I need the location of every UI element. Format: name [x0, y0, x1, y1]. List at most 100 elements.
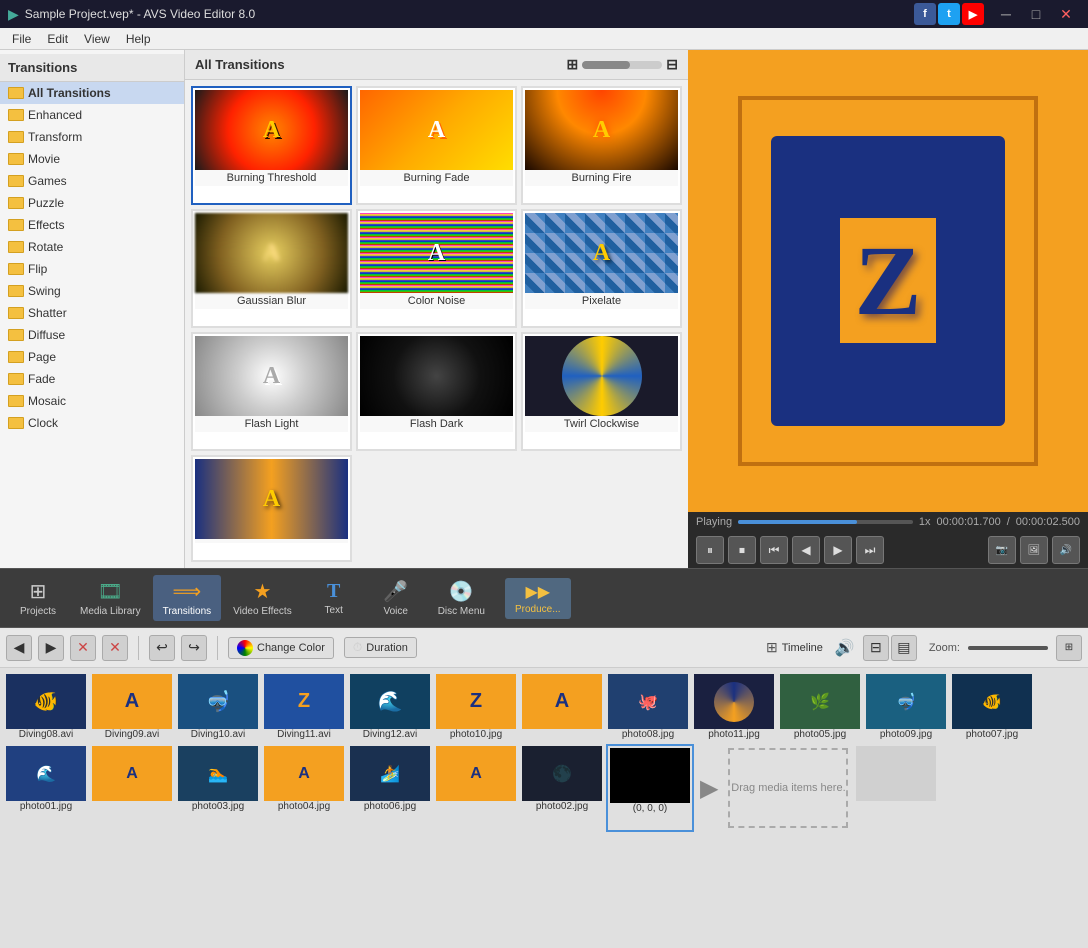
- list-item[interactable]: 🐙 photo08.jpg: [606, 672, 690, 742]
- drop-zone[interactable]: Drag media items here.: [728, 748, 848, 828]
- sidebar-item-effects[interactable]: Effects: [0, 214, 184, 236]
- sidebar-item-mosaic[interactable]: Mosaic: [0, 390, 184, 412]
- maximize-button[interactable]: □: [1022, 0, 1050, 28]
- next-frame-button[interactable]: ▶: [824, 536, 852, 564]
- youtube-icon[interactable]: ▶: [962, 3, 984, 25]
- nav-forward-button[interactable]: ▶: [38, 635, 64, 661]
- change-color-button[interactable]: Change Color: [228, 637, 334, 659]
- list-item[interactable]: 🐠 photo07.jpg: [950, 672, 1034, 742]
- toolbar-produce[interactable]: ▶▶ Produce...: [505, 578, 571, 619]
- social-icons: f t ▶: [914, 3, 984, 25]
- list-item[interactable]: 🌊 Diving12.avi: [348, 672, 432, 742]
- toolbar-projects[interactable]: ⊞ Projects: [8, 575, 68, 621]
- transition-label: Flash Light: [195, 416, 348, 432]
- toolbar-media-library[interactable]: 🎞 Media Library: [70, 575, 151, 621]
- sidebar-item-transform[interactable]: Transform: [0, 126, 184, 148]
- nav-back-button[interactable]: ◀: [6, 635, 32, 661]
- zoom-slider[interactable]: [968, 646, 1048, 650]
- list-item[interactable]: A: [434, 744, 518, 832]
- sidebar-item-clock[interactable]: Clock: [0, 412, 184, 434]
- time-total: 00:00:02.500: [1016, 516, 1080, 528]
- toolbar-transitions[interactable]: ⟹ Transitions: [153, 575, 222, 621]
- sidebar-item-puzzle[interactable]: Puzzle: [0, 192, 184, 214]
- facebook-icon[interactable]: f: [914, 3, 936, 25]
- transition-gaussian-blur[interactable]: A Gaussian Blur: [191, 209, 352, 328]
- snapshot-button[interactable]: 🖼: [1020, 536, 1048, 564]
- screenshot-button[interactable]: 📷: [988, 536, 1016, 564]
- list-item[interactable]: 🏄 photo06.jpg: [348, 744, 432, 832]
- list-item[interactable]: (0, 0, 0): [606, 744, 694, 832]
- minimize-button[interactable]: ─: [992, 0, 1020, 28]
- transition-burning-threshold[interactable]: A Burning Threshold: [191, 86, 352, 205]
- delete-button[interactable]: ✕: [70, 635, 96, 661]
- list-item[interactable]: A Diving09.avi: [90, 672, 174, 742]
- list-item[interactable]: 🌑 photo02.jpg: [520, 744, 604, 832]
- list-item[interactable]: A: [90, 744, 174, 832]
- transitions-grid: A Burning Threshold A Burning Fade A Bur…: [185, 80, 688, 568]
- pause-button[interactable]: ⏸: [696, 536, 724, 564]
- list-item[interactable]: 🐠 Diving08.avi: [4, 672, 88, 742]
- list-item[interactable]: [854, 744, 938, 832]
- sidebar-item-swing[interactable]: Swing: [0, 280, 184, 302]
- sidebar-item-diffuse[interactable]: Diffuse: [0, 324, 184, 346]
- grid-view-icon[interactable]: ⊞: [567, 56, 579, 73]
- storyboard-view[interactable]: ⊟: [863, 635, 889, 661]
- list-item[interactable]: A photo04.jpg: [262, 744, 346, 832]
- list-item[interactable]: 🌿 photo05.jpg: [778, 672, 862, 742]
- sidebar-item-games[interactable]: Games: [0, 170, 184, 192]
- stop-button[interactable]: ⏹: [728, 536, 756, 564]
- toolbar-video-effects[interactable]: ★ Video Effects: [223, 575, 302, 621]
- next-button[interactable]: ⏭: [856, 536, 884, 564]
- list-item[interactable]: 🤿 Diving10.avi: [176, 672, 260, 742]
- toolbar-disc-menu[interactable]: 💿 Disc Menu: [428, 575, 495, 621]
- volume-icon[interactable]: 🔊: [835, 638, 855, 658]
- list-item[interactable]: A: [520, 672, 604, 742]
- list-item[interactable]: 🏊 photo03.jpg: [176, 744, 260, 832]
- sidebar-item-movie[interactable]: Movie: [0, 148, 184, 170]
- list-item[interactable]: 🌊 photo01.jpg: [4, 744, 88, 832]
- sidebar-item-page[interactable]: Page: [0, 346, 184, 368]
- transition-flash-light[interactable]: A Flash Light: [191, 332, 352, 451]
- sidebar-item-shatter[interactable]: Shatter: [0, 302, 184, 324]
- menu-help[interactable]: Help: [118, 30, 159, 48]
- timeline-view[interactable]: ▤: [891, 635, 917, 661]
- cancel-button[interactable]: ✕: [102, 635, 128, 661]
- sidebar-label: Diffuse: [28, 328, 65, 342]
- sidebar-item-all-transitions[interactable]: All Transitions: [0, 82, 184, 104]
- redo-button[interactable]: ↪: [181, 635, 207, 661]
- duration-button[interactable]: ⏱ Duration: [344, 637, 417, 658]
- transition-color-noise[interactable]: A Color Noise: [356, 209, 517, 328]
- sidebar-item-enhanced[interactable]: Enhanced: [0, 104, 184, 126]
- toolbar-text[interactable]: T Text: [304, 576, 364, 620]
- transition-twirl-clockwise[interactable]: Twirl Clockwise: [521, 332, 682, 451]
- media-filename: photo03.jpg: [192, 801, 244, 812]
- prev-frame-button[interactable]: ◀: [792, 536, 820, 564]
- preview-controls: Playing 1x 00:00:01.700 / 00:00:02.500: [688, 512, 1088, 532]
- list-item[interactable]: Z Diving11.avi: [262, 672, 346, 742]
- playback-progress[interactable]: [738, 520, 913, 524]
- undo-button[interactable]: ↩: [149, 635, 175, 661]
- sidebar-item-rotate[interactable]: Rotate: [0, 236, 184, 258]
- menu-view[interactable]: View: [76, 30, 118, 48]
- transition-burning-fire[interactable]: A Burning Fire: [521, 86, 682, 205]
- fit-view-button[interactable]: ⊞: [1056, 635, 1082, 661]
- drop-zone-label: Drag media items here.: [731, 782, 845, 794]
- twitter-icon[interactable]: t: [938, 3, 960, 25]
- volume-button[interactable]: 🔊: [1052, 536, 1080, 564]
- transition-pixelate[interactable]: A Pixelate: [521, 209, 682, 328]
- sidebar-item-fade[interactable]: Fade: [0, 368, 184, 390]
- prev-button[interactable]: ⏮: [760, 536, 788, 564]
- timeline-view-button[interactable]: ⊞ Timeline: [766, 639, 823, 656]
- list-view-icon[interactable]: ⊟: [666, 56, 678, 73]
- list-item[interactable]: photo11.jpg: [692, 672, 776, 742]
- menu-edit[interactable]: Edit: [39, 30, 76, 48]
- toolbar-voice[interactable]: 🎤 Voice: [366, 575, 426, 621]
- list-item[interactable]: 🤿 photo09.jpg: [864, 672, 948, 742]
- transition-extra1[interactable]: A: [191, 455, 352, 562]
- list-item[interactable]: Z photo10.jpg: [434, 672, 518, 742]
- menu-file[interactable]: File: [4, 30, 39, 48]
- transition-flash-dark[interactable]: Flash Dark: [356, 332, 517, 451]
- sidebar-item-flip[interactable]: Flip: [0, 258, 184, 280]
- close-button[interactable]: ✕: [1052, 0, 1080, 28]
- transition-burning-fade[interactable]: A Burning Fade: [356, 86, 517, 205]
